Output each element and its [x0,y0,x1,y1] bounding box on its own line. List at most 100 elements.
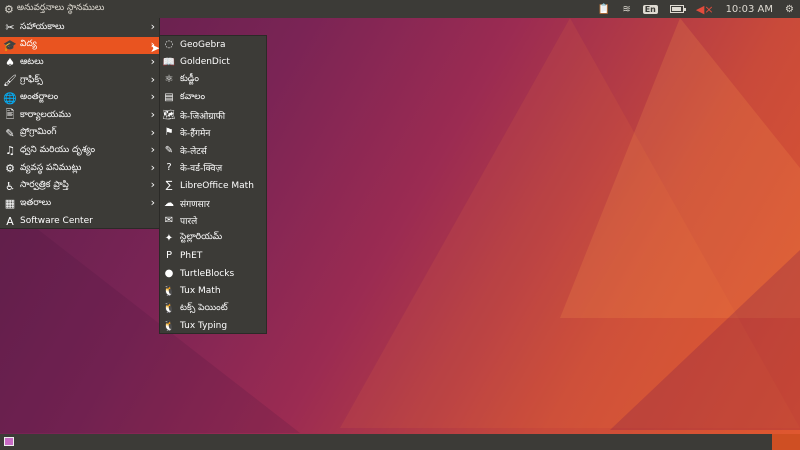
submenu-item-khangman[interactable]: ⚑ के-हैंगमेन [160,124,266,142]
workspace-switcher[interactable] [772,434,800,450]
tux-math-icon: 🐧 [162,285,176,297]
submenu-item-calculator[interactable]: ☁ संगणसार [160,194,266,212]
kwordquiz-icon: ? [166,162,172,174]
menu-item-office[interactable]: 🖹 కార్యాలయము › [0,107,159,125]
chevron-right-icon: › [150,55,155,69]
menu-item-label: వ్యవస్థ పనిముట్లు [20,162,82,173]
kgeography-icon: 🗺 [162,109,176,121]
submenu-item-tux-typing[interactable]: 🐧 Tux Typing [160,318,266,336]
education-submenu: ◌ GeoGebra 📖 GoldenDict ⚛ కుడ్జీం ▤ కవాలం 🗺 के-जि… [159,35,267,334]
internet-icon: 🌐 [3,91,17,105]
menu-item-label: ఆటలు [20,56,44,67]
submenu-item-label: కవాలం [180,91,206,102]
submenu-item-kwordquiz[interactable]: ? के-वर्ड-क्विज़ [160,159,266,177]
menu-item-label: సార్వత్రిక ప్రాప్తి [20,180,69,191]
menu-item-education[interactable]: 🎓 విద్య › [0,36,159,55]
office-icon: 🖹 [5,108,15,122]
applications-menu: ✂ సహాయకాలు › 🎓 విద్య › ♠ ఆటలు › 🖌 గ్రాఫిక్స్ › 🌐 అంతర… [0,18,160,229]
submenu-item-label: టక్స్ పెయింట్ [180,302,228,313]
submenu-item-kletters[interactable]: ✎ के-लेटर्स [160,142,266,160]
accessories-icon: ✂ [5,21,15,35]
menu-item-label: ధ్వని మరియు దృశ్యం [20,144,96,155]
submenu-item-turtle[interactable]: ● TurtleBlocks [160,265,266,283]
menu-item-label: సహాయకాలు [20,21,65,32]
clock[interactable]: 10:03 AM [720,0,779,18]
keyboard-layout-indicator[interactable]: En [637,0,664,18]
parley-icon: ✉ [164,215,174,227]
submenu-item-phet[interactable]: P PhET [160,247,266,265]
software-center-icon: A [6,214,14,228]
keyboard-layout-label: En [642,4,658,14]
system-settings-gear-icon[interactable]: ⚙ [779,0,800,18]
goldendict-icon: 📖 [162,56,176,68]
submenu-item-molecule[interactable]: ⚛ కుడ్జీం [160,71,266,89]
submenu-item-label: స్టెల్లారియమ్ [180,232,223,243]
submenu-item-label: LibreOffice Math [180,180,254,191]
menu-item-other[interactable]: ▦ ఇతరాలు › [0,195,159,213]
submenu-item-label: पारले [180,217,198,228]
applications-menu-label: అనువర్తనాలు స్థానములు [16,3,105,13]
submenu-item-kanagram[interactable]: ▤ కవాలం [160,89,266,107]
chevron-right-icon: › [150,178,155,192]
submenu-item-kgeography[interactable]: 🗺 के-जिओग्राफी [160,106,266,124]
submenu-item-geogebra[interactable]: ◌ GeoGebra [160,36,266,54]
sound-video-icon: ♫ [5,144,15,158]
submenu-item-label: के-वर्ड-क्विज़ [180,164,223,175]
kletters-icon: ✎ [164,144,174,156]
chevron-right-icon: › [150,90,155,104]
submenu-item-label: Tux Math [180,286,221,297]
submenu-item-label: के-जिओग्राफी [180,111,226,122]
menu-item-label: Software Center [20,216,93,227]
submenu-item-parley[interactable]: ✉ पारले [160,212,266,230]
stellarium-icon: ✦ [164,232,174,244]
chevron-right-icon: › [150,143,155,157]
menu-item-software-center[interactable]: A Software Center [0,213,159,231]
menu-item-universal-access[interactable]: ♿ సార్వత్రిక ప్రాప్తి › [0,177,159,195]
submenu-item-label: संगणसार [180,199,210,210]
chevron-right-icon: › [150,72,155,86]
menu-item-internet[interactable]: 🌐 అంతర్జాలం › [0,89,159,107]
applications-menu-button[interactable]: ⚙ అనువర్తనాలు స్థానములు [0,0,108,18]
libreoffice-math-icon: ∑ [165,180,173,192]
submenu-item-label: GeoGebra [180,39,226,50]
menu-item-label: విద్య [20,39,37,50]
volume-muted-icon[interactable]: ◀× [690,0,720,18]
programming-icon: ✎ [5,126,15,140]
menu-item-graphics[interactable]: 🖌 గ్రాఫిక్స్ › [0,72,159,90]
submenu-item-label: Tux Typing [180,321,228,332]
molecule-icon: ⚛ [164,74,174,86]
submenu-item-goldendict[interactable]: 📖 GoldenDict [160,54,266,72]
menu-item-system-tools[interactable]: ⚙ వ్యవస్థ పనిముట్లు › [0,160,159,178]
games-icon: ♠ [5,56,15,70]
education-icon: 🎓 [3,38,17,52]
applications-icon: ⚙ [4,2,14,16]
bottom-panel [0,434,800,450]
khangman-icon: ⚑ [164,127,174,139]
top-panel: ⚙ అనువర్తనాలు స్థానములు 📋 ≋ En ◀× 10:03 … [0,0,800,18]
menu-item-label: కార్యాలయము [20,109,71,120]
battery-indicator[interactable] [664,0,690,18]
menu-item-games[interactable]: ♠ ఆటలు › [0,54,159,72]
window-list-icon[interactable] [4,437,14,446]
chevron-right-icon: › [150,20,155,33]
other-icon: ▦ [4,197,16,211]
wifi-icon[interactable]: ≋ [616,0,636,18]
system-tray: 📋 ≋ En ◀× 10:03 AM ⚙ [592,0,800,18]
submenu-item-tux-math[interactable]: 🐧 Tux Math [160,282,266,300]
submenu-item-libreoffice-math[interactable]: ∑ LibreOffice Math [160,177,266,195]
turtle-icon: ● [164,268,174,280]
submenu-item-stellarium[interactable]: ✦ స్టెల్లారియమ్ [160,230,266,248]
menu-item-accessories[interactable]: ✂ సహాయకాలు › [0,19,159,37]
chevron-right-icon: › [150,107,155,121]
system-tools-icon: ⚙ [5,162,15,176]
menu-item-programming[interactable]: ✎ ప్రోగ్రామింగ్ › [0,125,159,143]
geogebra-icon: ◌ [164,39,174,51]
submenu-item-label: GoldenDict [180,57,230,68]
menu-item-label: ప్రోగ్రామింగ్ [20,127,57,138]
submenu-item-label: TurtleBlocks [180,268,235,279]
graphics-icon: 🖌 [3,74,17,88]
clipboard-icon[interactable]: 📋 [592,0,616,18]
tux-typing-icon: 🐧 [162,320,176,332]
menu-item-sound-video[interactable]: ♫ ధ్వని మరియు దృశ్యం › [0,142,159,160]
submenu-item-tux-paint[interactable]: 🐧 టక్స్ పెయింట్ [160,300,266,318]
